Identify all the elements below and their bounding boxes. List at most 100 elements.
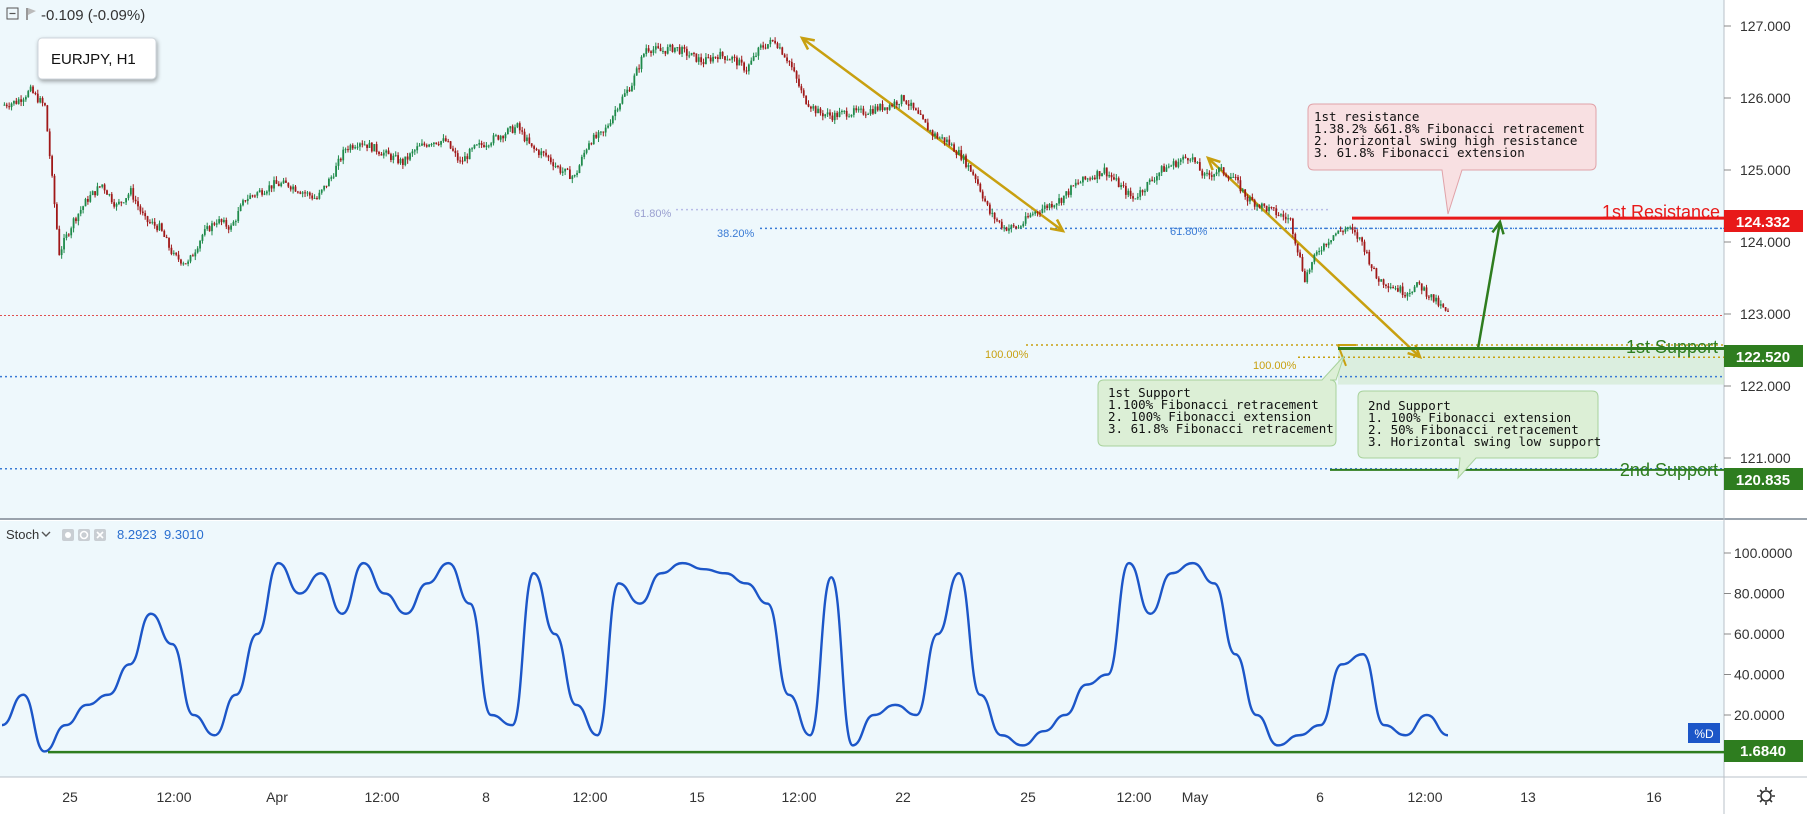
candle-body xyxy=(755,55,757,57)
candle-body xyxy=(953,144,955,152)
candle-body xyxy=(537,150,540,156)
candle-body xyxy=(347,149,349,151)
candle-body xyxy=(20,99,22,102)
candle-body xyxy=(566,168,569,170)
candle-body xyxy=(1275,208,1278,216)
candle-body xyxy=(802,90,805,96)
candle-body xyxy=(1218,167,1220,173)
candle-body xyxy=(1034,211,1037,214)
close-icon[interactable] xyxy=(94,529,106,541)
support1-price-badge[interactable]: 122.520 xyxy=(1724,345,1803,367)
candle-body xyxy=(860,108,862,110)
candle-body xyxy=(709,57,712,62)
candle-body xyxy=(578,165,581,174)
time-tick-label: 12:00 xyxy=(1116,789,1151,805)
candle-body xyxy=(1375,268,1378,279)
candle-body xyxy=(1337,230,1340,234)
candle-body xyxy=(1101,173,1103,177)
candle-body xyxy=(1177,161,1180,167)
support2-note-line-3: 3. Horizontal swing low support xyxy=(1368,434,1601,449)
candle-body xyxy=(662,50,664,52)
candle-body xyxy=(595,134,598,138)
candle-body xyxy=(1418,282,1421,284)
candle-body xyxy=(1241,189,1244,192)
symbol-badge[interactable]: EURJPY, H1 xyxy=(37,37,157,80)
candle-body xyxy=(421,143,423,146)
candle-body xyxy=(628,89,631,92)
candle-body xyxy=(1093,177,1096,180)
candle-body xyxy=(370,142,373,152)
candle-body xyxy=(1416,282,1418,287)
stoch-k-value: 8.2923 xyxy=(117,527,157,542)
candle-body xyxy=(688,55,691,57)
candle-body xyxy=(1024,216,1027,224)
candle-body xyxy=(141,211,144,214)
candle-body xyxy=(91,191,94,196)
stoch-name[interactable]: Stoch xyxy=(6,527,39,542)
candle-body xyxy=(867,113,870,115)
candle-body xyxy=(676,47,679,49)
candle-body xyxy=(1122,185,1125,187)
candle-body xyxy=(1086,178,1089,180)
candle-body xyxy=(1008,228,1010,231)
settings-icon[interactable] xyxy=(78,529,90,541)
candle-body xyxy=(681,47,683,54)
candle-body xyxy=(1003,227,1006,229)
candle-body xyxy=(762,45,765,48)
candle-body xyxy=(776,43,779,49)
candle-body xyxy=(1268,207,1270,212)
candle-body xyxy=(857,108,860,111)
candle-body xyxy=(335,165,337,177)
candle-body xyxy=(32,86,34,94)
candle-body xyxy=(673,47,676,52)
candle-body xyxy=(759,45,762,48)
candle-body xyxy=(382,152,385,156)
resistance-price-badge[interactable]: 124.332 xyxy=(1724,210,1803,232)
candle-body xyxy=(125,198,127,203)
time-tick-label: 8 xyxy=(482,789,490,805)
candle-body xyxy=(373,144,376,152)
stoch-pane[interactable] xyxy=(0,521,1724,777)
time-axis-pane[interactable] xyxy=(0,777,1724,814)
candle-body xyxy=(84,198,87,207)
candle-body xyxy=(721,51,724,57)
candle-body xyxy=(1239,180,1242,192)
candle-body xyxy=(378,151,380,155)
candle-body xyxy=(361,143,364,145)
eye-icon[interactable] xyxy=(62,529,74,541)
candle-body xyxy=(63,237,65,250)
candle-body xyxy=(767,44,769,49)
candle-body xyxy=(1027,216,1029,218)
candle-body xyxy=(175,252,178,255)
candle-body xyxy=(308,192,311,196)
support2-price-badge[interactable]: 120.835 xyxy=(1724,468,1803,490)
candle-body xyxy=(1206,172,1208,174)
candle-body xyxy=(1413,286,1416,292)
support1-price-text: 122.520 xyxy=(1736,349,1790,366)
gear-icon[interactable] xyxy=(1757,787,1775,805)
candle-body xyxy=(440,141,442,145)
candle-body xyxy=(94,191,96,196)
candle-body xyxy=(473,144,476,149)
candle-body xyxy=(168,238,170,248)
candle-body xyxy=(1179,159,1182,162)
candle-body xyxy=(504,134,507,139)
candle-body xyxy=(1029,214,1032,218)
candle-body xyxy=(132,188,135,200)
candle-body xyxy=(969,165,972,172)
candle-body xyxy=(683,47,686,49)
candle-body xyxy=(1315,252,1318,255)
candle-body xyxy=(1399,286,1402,292)
stoch-series-badge[interactable]: %D xyxy=(1688,723,1720,743)
candle-body xyxy=(1232,176,1235,178)
candle-body xyxy=(1342,231,1344,233)
candle-body xyxy=(437,143,440,145)
candle-body xyxy=(194,252,197,257)
candle-body xyxy=(614,109,617,117)
stoch-level-badge[interactable]: 1.6840 xyxy=(1724,740,1803,762)
candle-body xyxy=(487,145,490,147)
candle-body xyxy=(619,103,621,110)
candle-body xyxy=(1105,167,1108,177)
stoch-tick-label: 100.0000 xyxy=(1734,545,1793,561)
candle-body xyxy=(671,44,674,52)
